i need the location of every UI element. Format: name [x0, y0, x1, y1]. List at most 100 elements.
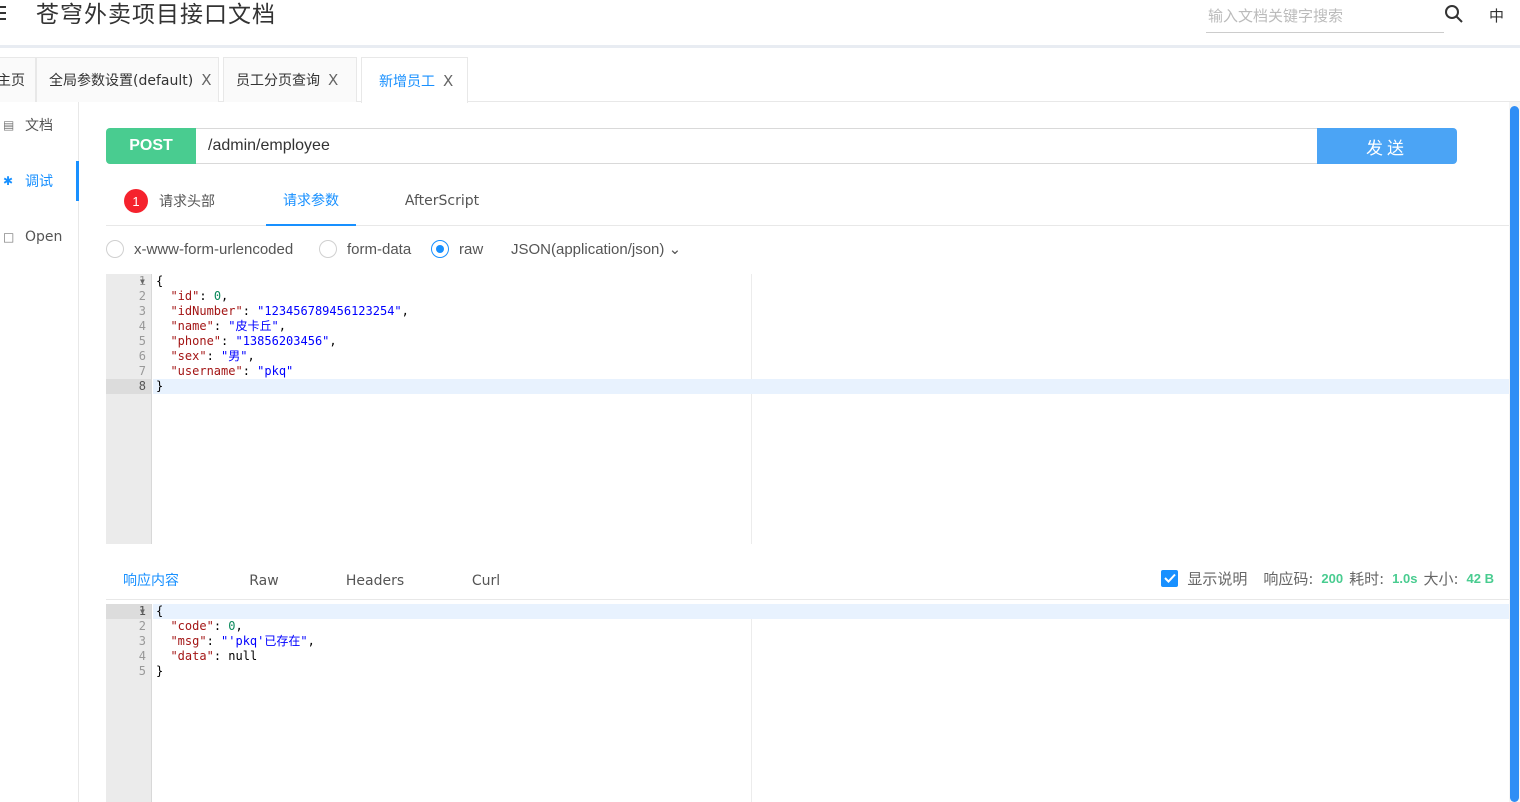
- language-toggle[interactable]: 中: [1489, 5, 1504, 26]
- tab-global-params[interactable]: 全局参数设置(default) X: [36, 57, 219, 102]
- tab-home[interactable]: 主页: [0, 57, 36, 102]
- status-code-value: 200: [1321, 570, 1344, 586]
- line-number: 2: [138, 289, 146, 303]
- check-icon: [1164, 573, 1176, 583]
- http-method-badge: POST: [106, 128, 196, 164]
- active-line-highlight: [153, 604, 1510, 619]
- bug-icon: ✱: [3, 174, 14, 188]
- tab-afterscript[interactable]: AfterScript: [396, 176, 488, 226]
- tab-label: 新增员工: [379, 73, 435, 90]
- tab-label: 全局参数设置(default): [49, 73, 194, 89]
- close-icon[interactable]: X: [201, 71, 211, 89]
- url-input[interactable]: [196, 128, 1318, 164]
- code-line: "phone": "13856203456",: [170, 334, 337, 348]
- radio-circle: [431, 240, 449, 258]
- line-number: 2: [138, 619, 146, 633]
- tab-label: 主页: [0, 73, 25, 89]
- code-line: "sex": "男",: [170, 349, 255, 363]
- code-line: }: [156, 379, 164, 393]
- top-header: 苍穹外卖项目接口文档 中: [0, 0, 1520, 48]
- show-description-label: 显示说明: [1187, 569, 1248, 588]
- code-line: "data": null: [170, 649, 258, 663]
- tab-label: AfterScript: [404, 193, 480, 209]
- chevron-down-icon: ⌄: [668, 241, 682, 258]
- send-button[interactable]: 发送: [1317, 128, 1457, 164]
- sidebar-item-debug[interactable]: ✱ 调试: [0, 161, 79, 201]
- code-line: "msg": "'pkq'已存在",: [170, 634, 315, 648]
- radio-raw[interactable]: raw: [431, 240, 483, 258]
- tab-response-content[interactable]: 响应内容: [106, 556, 196, 606]
- radio-label: x-www-form-urlencoded: [134, 240, 294, 258]
- line-number: 4: [138, 319, 146, 333]
- tab-label: 响应内容: [123, 573, 179, 589]
- doc-icon: ▤: [3, 118, 15, 132]
- sidebar-item-docs[interactable]: ▤ 文档: [0, 105, 79, 145]
- radio-circle: [106, 240, 124, 258]
- radio-form-data[interactable]: form-data: [319, 240, 411, 258]
- code-line: }: [156, 664, 164, 678]
- tab-add-employee[interactable]: 新增员工 X: [361, 57, 468, 103]
- tab-label: Raw: [249, 573, 279, 589]
- search-input[interactable]: [1206, 0, 1444, 33]
- fold-arrow-icon[interactable]: ▼: [140, 274, 145, 289]
- tab-headers[interactable]: Headers: [334, 556, 416, 606]
- content-type-dropdown[interactable]: JSON(application/json) ⌄: [511, 240, 681, 258]
- sidebar-item-label: 文档: [25, 118, 53, 134]
- code-line: "code": 0,: [170, 619, 243, 633]
- sidebar-item-label: 调试: [25, 174, 53, 190]
- tab-label: Curl: [471, 573, 501, 589]
- tab-label: 员工分页查询: [236, 73, 320, 89]
- line-number: 5: [138, 664, 146, 678]
- response-size-value: 42 B: [1466, 570, 1494, 586]
- close-icon[interactable]: X: [328, 71, 338, 89]
- elapsed-time-label: 耗时:: [1349, 569, 1385, 588]
- radio-label: form-data: [347, 240, 412, 258]
- sidebar-item-label: Open: [25, 229, 63, 245]
- tab-label: 请求参数: [283, 193, 339, 209]
- response-size-label: 大小:: [1423, 569, 1459, 588]
- line-number: 6: [138, 349, 146, 363]
- menu-icon[interactable]: [0, 2, 12, 28]
- line-number: 7: [138, 364, 146, 378]
- tab-bar: 主页 全局参数设置(default) X 员工分页查询 X 新增员工 X: [0, 51, 1520, 103]
- content-type-label: JSON(application/json): [511, 241, 665, 258]
- status-code-label: 响应码:: [1263, 569, 1314, 588]
- tab-employee-page-query[interactable]: 员工分页查询 X: [223, 57, 357, 102]
- line-number: 4: [138, 649, 146, 663]
- fold-arrow-icon[interactable]: ▼: [140, 604, 145, 619]
- tab-request-headers[interactable]: 1 请求头部: [124, 176, 234, 226]
- request-tabs: 1 请求头部 请求参数 AfterScript: [106, 176, 1510, 226]
- radio-circle: [319, 240, 337, 258]
- scrollbar-thumb[interactable]: [1510, 106, 1519, 802]
- tab-label: Headers: [345, 573, 405, 589]
- tab-label: 请求头部: [159, 194, 215, 210]
- code-line: {: [156, 274, 164, 288]
- tab-raw[interactable]: Raw: [226, 556, 302, 606]
- show-description-checkbox[interactable]: [1161, 569, 1179, 587]
- left-sidebar: ▤ 文档 ✱ 调试 □ Open: [0, 102, 79, 802]
- sidebar-item-open[interactable]: □ Open: [0, 217, 79, 257]
- request-body-editor[interactable]: 1 2 3 4 5 6 7 8 { "id": 0, "idNumber": "…: [106, 274, 1510, 544]
- line-number: 5: [138, 334, 146, 348]
- tab-request-params[interactable]: 请求参数: [266, 176, 356, 226]
- code-line: "idNumber": "123456789456123254",: [170, 304, 409, 318]
- search-icon[interactable]: [1444, 4, 1464, 24]
- radio-urlencoded[interactable]: x-www-form-urlencoded: [106, 240, 293, 258]
- page-scrollbar[interactable]: [1509, 102, 1520, 802]
- file-icon: □: [3, 230, 15, 244]
- elapsed-time-value: 1.0s: [1392, 570, 1418, 586]
- print-margin: [751, 274, 752, 544]
- code-line: {: [156, 604, 164, 618]
- code-line: "id": 0,: [170, 289, 229, 303]
- response-tabs: 响应内容 Raw Headers Curl 显示说明 响应码: 200 耗时: …: [106, 556, 1510, 606]
- close-icon[interactable]: X: [443, 72, 453, 90]
- response-meta: 显示说明 响应码: 200 耗时: 1.0s 大小: 42 B: [1161, 556, 1494, 600]
- response-body-viewer[interactable]: 1 2 3 4 5 { "code": 0, "msg": "'pkq'已存在"…: [106, 604, 1510, 802]
- line-number: 8: [106, 379, 151, 394]
- print-margin: [751, 604, 752, 802]
- radio-label: raw: [459, 240, 484, 258]
- active-line-highlight: [153, 379, 1510, 394]
- tab-curl[interactable]: Curl: [451, 556, 521, 606]
- header-count-badge: 1: [124, 189, 148, 213]
- app-title: 苍穹外卖项目接口文档: [36, 2, 276, 28]
